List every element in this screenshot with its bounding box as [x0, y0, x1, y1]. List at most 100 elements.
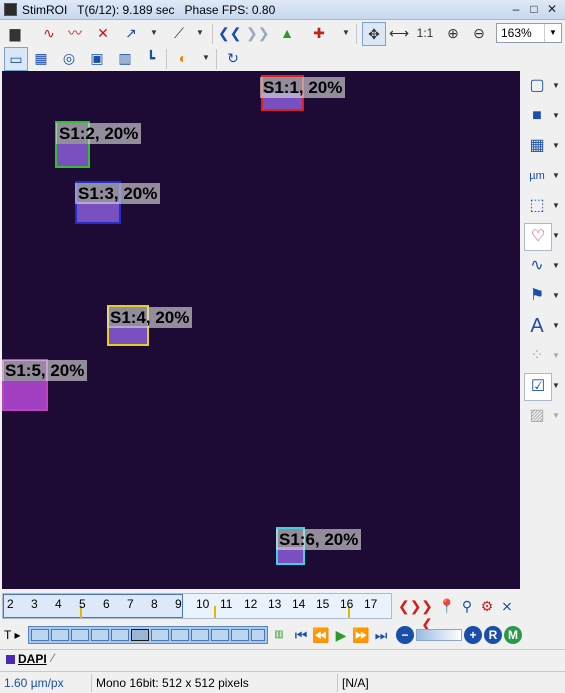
chevron-down-icon[interactable]: ▼ — [552, 253, 560, 279]
chevron-down-icon[interactable]: ▼ — [342, 22, 350, 44]
zoom-reset-button[interactable]: 1:1 — [414, 22, 436, 44]
timeline-tick: 14 — [292, 597, 306, 611]
columns-icon[interactable]: ▥ — [114, 47, 136, 69]
chevron-down-icon[interactable]: ▼ — [552, 403, 560, 429]
chevron-down-icon[interactable]: ▼ — [552, 193, 560, 219]
timeline-tick: 2 — [7, 597, 14, 611]
timeline-tick: 16 — [340, 597, 354, 611]
status-format: Mono 16bit: 512 x 512 pixels — [92, 674, 338, 692]
roi-label: S1:2, 20% — [56, 123, 142, 144]
minimize-button[interactable]: – — [508, 2, 524, 17]
measure-um-icon[interactable]: µm — [524, 163, 550, 189]
previous-icon[interactable]: ❮❮ — [218, 22, 241, 44]
status-bar: 1.60 µm/px Mono 16bit: 512 x 512 pixels … — [0, 671, 565, 693]
image-canvas[interactable]: S1:1, 20% S1:2, 20% S1:3, 20% S1:4, 20% … — [2, 71, 520, 589]
frame-cell[interactable] — [231, 629, 249, 641]
chevron-down-icon[interactable]: ▼ — [552, 313, 560, 339]
freehand-icon[interactable]: 〰 — [64, 22, 86, 44]
last-frame-icon[interactable]: ⏭ — [372, 626, 390, 644]
increase-icon[interactable]: + — [464, 626, 482, 644]
frame-cell[interactable] — [91, 629, 109, 641]
next-event-icon[interactable]: ❯❮ — [418, 597, 436, 632]
previous-event-icon[interactable]: ❮❯ — [398, 597, 421, 615]
pin-blue-icon[interactable]: ⚲ — [458, 597, 476, 615]
frame-cell[interactable] — [211, 629, 229, 641]
frame-grid-icon[interactable]: ▥ — [270, 626, 288, 644]
crop-icon[interactable]: ⬚ — [524, 193, 550, 219]
step-forward-icon[interactable]: ⏩ — [352, 626, 370, 644]
disabled-pattern-icon[interactable]: ▨ — [524, 403, 550, 429]
lut-icon[interactable]: ◐ — [172, 47, 194, 69]
chevron-down-icon[interactable]: ▼ — [552, 373, 560, 399]
rectangle-roi-icon[interactable]: ▢ — [524, 73, 550, 99]
close-button[interactable]: ✕ — [544, 2, 560, 17]
timeline-ruler[interactable]: 2 3 4 5 6 7 8 9 10 11 12 13 14 15 16 17 — [2, 593, 392, 619]
filled-rectangle-icon[interactable]: ■ — [524, 103, 550, 129]
chevron-down-icon[interactable]: ▼ — [552, 223, 560, 249]
decrease-icon[interactable]: − — [396, 626, 414, 644]
tiles-icon[interactable]: ▣ — [86, 47, 108, 69]
channel-tab-dapi[interactable]: DAPI ⁄ — [2, 651, 58, 668]
clear-range-icon[interactable]: ⨯ — [498, 597, 516, 615]
app-title: StimROI — [22, 3, 68, 17]
tree-icon[interactable]: ▲ — [276, 22, 298, 44]
pin-red-icon[interactable]: 📍 — [438, 597, 456, 615]
lock-add-icon[interactable]: ✚ — [308, 22, 330, 44]
frame-cell[interactable] — [151, 629, 169, 641]
arrow-tool-icon[interactable]: ↗ — [120, 22, 142, 44]
right-toolbar: ▢ ▼ ■ ▼ ▦ ▼ µm ▼ ⬚ ▼ ♡ ▼ ∿ ▼ ⚑ ▼ A ▼ ⁘ ▼ ☑ ▼ ▨ ▼ — [520, 71, 565, 591]
chevron-down-icon[interactable]: ▼ — [544, 24, 561, 42]
checklist-icon[interactable]: ☑ — [524, 373, 552, 401]
frame-strip[interactable] — [28, 626, 268, 644]
dots-icon[interactable]: ⁘ — [524, 343, 550, 369]
roi-fill — [57, 144, 88, 166]
heart-tag-icon[interactable]: ♡ — [524, 223, 552, 251]
frame-cell[interactable] — [71, 629, 89, 641]
mark-m-icon[interactable]: M — [504, 626, 522, 644]
maximize-button[interactable]: □ — [526, 2, 542, 17]
text-icon[interactable]: A — [524, 313, 550, 339]
lut-curve-icon[interactable]: ⟋ — [168, 22, 190, 44]
waveform-icon[interactable]: ∿ — [524, 253, 550, 279]
chevron-down-icon[interactable]: ▼ — [552, 133, 560, 159]
frame-cell-current[interactable] — [131, 629, 149, 641]
zoom-out-icon[interactable]: ⊖ — [468, 22, 490, 44]
chevron-down-icon[interactable]: ▼ — [552, 163, 560, 189]
frame-cell[interactable] — [191, 629, 209, 641]
frame-cell[interactable] — [51, 629, 69, 641]
settings-gear-icon[interactable]: ⚙ — [478, 597, 496, 615]
chevron-down-icon[interactable]: ▼ — [552, 343, 560, 369]
zoom-in-icon[interactable]: ⊕ — [442, 22, 464, 44]
timeline-tick: 13 — [268, 597, 282, 611]
chevron-down-icon[interactable]: ▼ — [552, 73, 560, 99]
delete-roi-icon[interactable]: ✕ — [92, 22, 114, 44]
first-frame-icon[interactable]: ⏮ — [292, 626, 310, 644]
flag-icon[interactable]: ⚑ — [524, 283, 550, 309]
speed-slider[interactable] — [416, 629, 462, 641]
fit-width-icon[interactable]: ⟷ — [388, 22, 410, 44]
zoom-select[interactable]: 163% ▼ — [496, 23, 562, 43]
record-r-icon[interactable]: R — [484, 626, 502, 644]
frame-cell[interactable] — [251, 629, 265, 641]
play-icon[interactable]: ▶ — [332, 626, 350, 644]
grid-icon[interactable]: ▦ — [524, 133, 550, 159]
fit-to-window-icon[interactable]: ✥ — [362, 22, 386, 46]
refresh-icon[interactable]: ↻ — [222, 47, 244, 69]
chevron-down-icon[interactable]: ▼ — [196, 22, 204, 44]
chevron-down-icon[interactable]: ▼ — [552, 283, 560, 309]
curve-tool-icon[interactable]: ∿ — [38, 22, 60, 44]
step-back-icon[interactable]: ⏪ — [312, 626, 330, 644]
chevron-down-icon[interactable]: ▼ — [150, 22, 158, 44]
timeline-tick: 7 — [127, 597, 134, 611]
levels-icon[interactable]: ▆ — [4, 22, 26, 44]
frame-cell[interactable] — [31, 629, 49, 641]
stage-icon[interactable]: ┗ — [140, 47, 162, 69]
chevron-down-icon[interactable]: ▼ — [202, 47, 210, 69]
frame-cell[interactable] — [111, 629, 129, 641]
split-view-icon[interactable]: ▦ — [30, 47, 52, 69]
frame-cell[interactable] — [171, 629, 189, 641]
chevron-down-icon[interactable]: ▼ — [552, 103, 560, 129]
single-view-icon[interactable]: ▭ — [4, 47, 28, 71]
next-icon[interactable]: ❯❯ — [246, 22, 269, 44]
magnifier-view-icon[interactable]: ◎ — [58, 47, 80, 69]
